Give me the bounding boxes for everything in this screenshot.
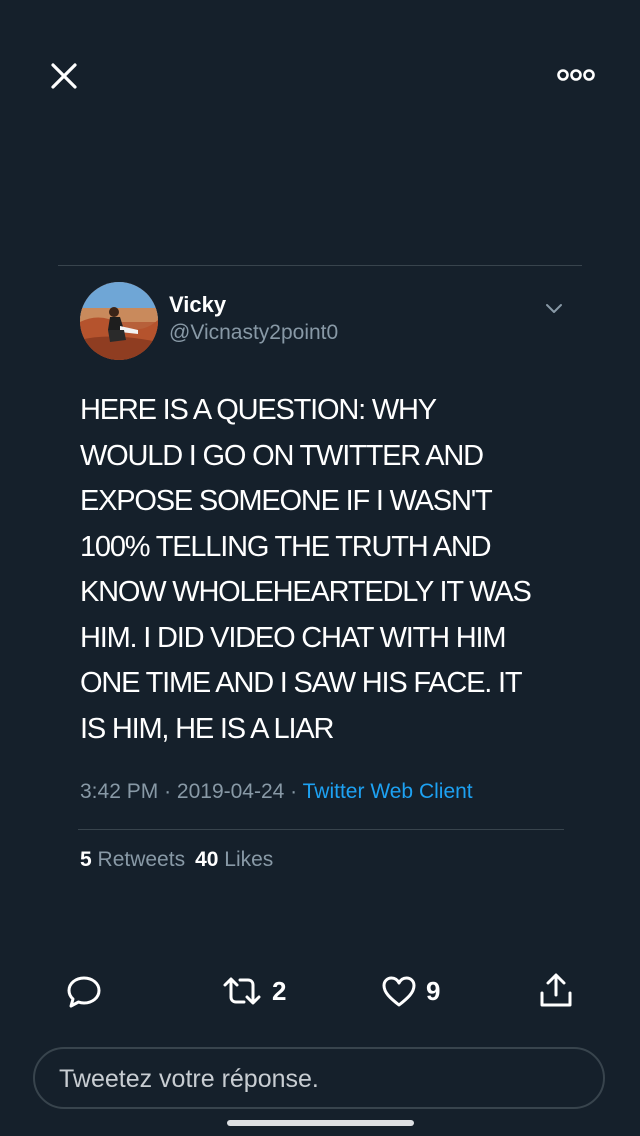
user-handle[interactable]: @Vicnasty2point0 [169,321,338,345]
meta-separator: · [164,780,172,803]
tweet-date: 2019-04-24 [176,780,285,803]
like-button[interactable]: 9 [380,970,440,1012]
likes-count: 40 [195,848,219,871]
top-bar [0,0,640,140]
retweet-count: 2 [272,975,287,1006]
reply-input[interactable] [57,1049,581,1109]
avatar[interactable] [80,282,158,360]
retweet-button[interactable]: 2 [220,970,286,1012]
retweets-stat[interactable]: 5 Retweets [80,848,185,871]
close-icon [51,63,77,89]
home-indicator[interactable] [227,1120,414,1126]
reply-icon [67,976,101,1008]
stats-divider [78,829,564,830]
retweets-label: Retweets [97,848,186,871]
tweet-options-button[interactable] [540,296,568,320]
tweet-time: 3:42 PM [80,780,159,803]
meta-separator: · [290,780,298,803]
likes-label: Likes [224,848,274,871]
display-name[interactable]: Vicky [169,292,226,318]
retweets-count: 5 [80,848,92,871]
close-button[interactable] [44,56,84,96]
tweet-source-link[interactable]: Twitter Web Client [303,780,473,803]
retweet-icon [223,977,261,1005]
avatar-photo [80,282,158,360]
top-divider [58,265,582,266]
tweet-meta: 3:42 PM · 2019-04-24 · Twitter Web Clien… [80,780,473,804]
reply-compose-box[interactable] [33,1047,605,1109]
share-icon [540,973,572,1007]
chevron-down-icon [546,304,562,313]
reply-button[interactable] [64,970,104,1012]
more-dots-icon [557,69,595,81]
more-options-button[interactable] [552,60,600,90]
tweet-text: HERE IS A QUESTION: WHY WOULD I GO ON TW… [80,394,532,745]
likes-stat[interactable]: 40 Likes [195,848,273,871]
tweet-stats: 5 Retweets 40 Likes [80,848,273,872]
share-button[interactable] [536,970,576,1012]
like-count: 9 [426,975,441,1006]
heart-icon [382,976,416,1007]
